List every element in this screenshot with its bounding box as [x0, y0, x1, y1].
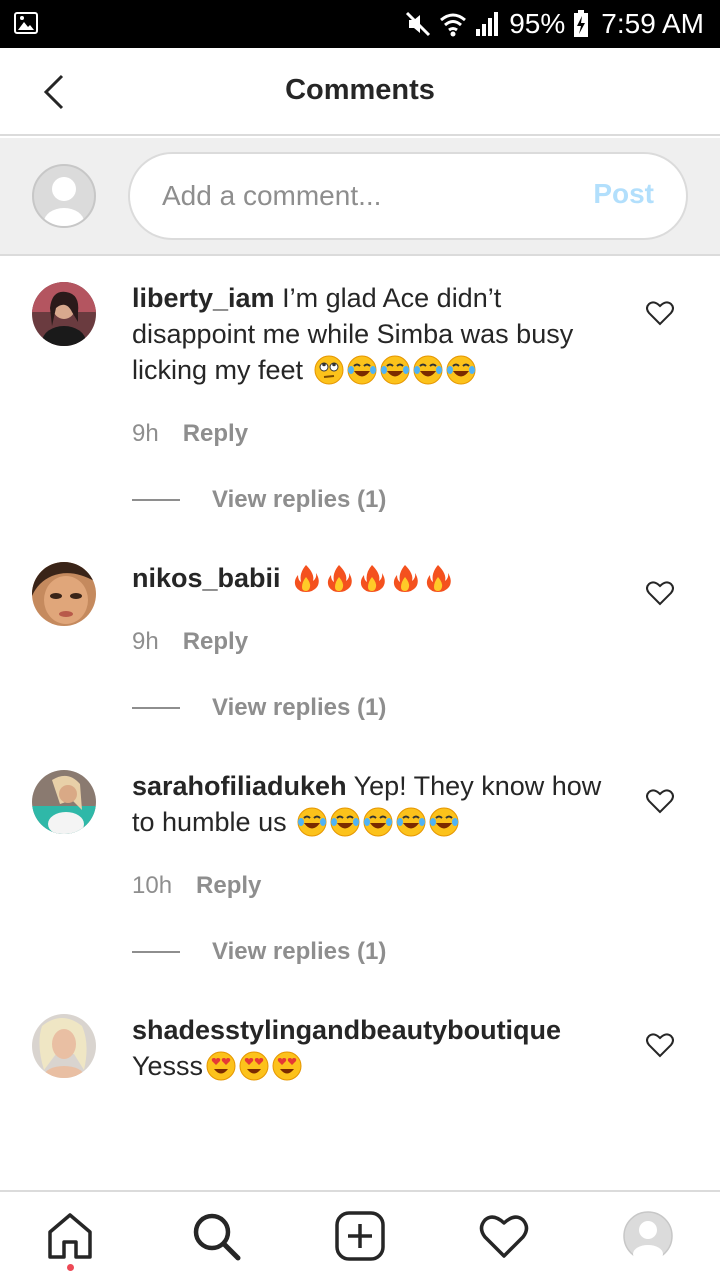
bottom-nav: [0, 1190, 720, 1280]
fire-emoji-icon: [327, 565, 352, 592]
reply-button[interactable]: Reply: [183, 628, 248, 656]
like-heart-icon[interactable]: [646, 300, 674, 326]
gallery-notification-icon: [14, 12, 38, 34]
comment-body: shadesstylingandbeautyboutique Yesss: [132, 1012, 612, 1084]
laughing-tears-emoji-icon: [413, 355, 443, 385]
wifi-icon: [440, 13, 467, 37]
commenter-avatar[interactable]: [32, 1014, 96, 1078]
comment-time: 9h: [132, 628, 159, 655]
comment-username[interactable]: sarahofiliadukeh: [132, 771, 347, 801]
comment-body: liberty_iam I’m glad Ace didn’t disappoi…: [132, 280, 612, 388]
view-replies[interactable]: View replies (1): [132, 486, 386, 514]
comment-time: 10h: [132, 872, 173, 899]
fire-emoji-icon: [426, 565, 451, 592]
reply-button[interactable]: Reply: [196, 872, 261, 900]
comment-body: nikos_babii: [132, 560, 612, 596]
current-user-avatar: [32, 164, 96, 228]
fire-emoji-icon: [393, 565, 418, 592]
eye-roll-emoji-icon: [314, 355, 344, 385]
laughing-tears-emoji-icon: [330, 807, 360, 837]
commenter-avatar[interactable]: [32, 770, 96, 834]
fire-emoji-icon: [360, 565, 385, 592]
comment-composer: Post: [0, 138, 720, 256]
clock: 7:59 AM: [601, 8, 704, 39]
comment-username[interactable]: nikos_babii: [132, 563, 281, 593]
profile-icon[interactable]: [622, 1210, 674, 1262]
add-post-icon[interactable]: [334, 1210, 386, 1262]
replies-divider: [132, 707, 180, 709]
laughing-tears-emoji-icon: [446, 355, 476, 385]
commenter-avatar[interactable]: [32, 282, 96, 346]
heart-eyes-emoji-icon: [206, 1051, 236, 1081]
battery-percent: 95%: [509, 8, 566, 39]
header: Comments: [0, 48, 720, 136]
home-notification-dot: [67, 1264, 74, 1271]
laughing-tears-emoji-icon: [363, 807, 393, 837]
search-icon[interactable]: [190, 1210, 242, 1262]
commenter-avatar[interactable]: [32, 562, 96, 626]
post-button[interactable]: Post: [593, 178, 654, 210]
mute-icon: [406, 11, 431, 37]
view-replies-label[interactable]: View replies (1): [212, 694, 386, 722]
comment-username[interactable]: liberty_iam: [132, 283, 275, 313]
battery-charging-icon: [574, 10, 589, 37]
comment-time: 9h: [132, 420, 159, 447]
fire-emoji-icon: [294, 565, 319, 592]
laughing-tears-emoji-icon: [347, 355, 377, 385]
laughing-tears-emoji-icon: [429, 807, 459, 837]
view-replies[interactable]: View replies (1): [132, 694, 386, 722]
comment-input[interactable]: [162, 154, 582, 238]
heart-eyes-emoji-icon: [272, 1051, 302, 1081]
like-heart-icon[interactable]: [646, 1032, 674, 1058]
reply-button[interactable]: Reply: [183, 420, 248, 448]
comment-meta: 9h Reply: [132, 628, 248, 656]
replies-divider: [132, 951, 180, 953]
comment-body: sarahofiliadukeh Yep! They know how to h…: [132, 768, 612, 840]
comment-username[interactable]: shadesstylingandbeautyboutique: [132, 1015, 561, 1045]
default-avatar-icon: [44, 177, 84, 226]
activity-heart-icon[interactable]: [478, 1210, 530, 1262]
like-heart-icon[interactable]: [646, 580, 674, 606]
comment-meta: 10h Reply: [132, 872, 261, 900]
comment-input-container: Post: [128, 152, 688, 240]
comment-text: Yesss: [132, 1051, 204, 1081]
like-heart-icon[interactable]: [646, 788, 674, 814]
laughing-tears-emoji-icon: [297, 807, 327, 837]
page-title: Comments: [285, 74, 435, 106]
comment-meta: 9h Reply: [132, 420, 248, 448]
status-bar: 95% 7:59 AM: [0, 0, 720, 48]
laughing-tears-emoji-icon: [380, 355, 410, 385]
home-icon[interactable]: [44, 1210, 96, 1262]
laughing-tears-emoji-icon: [396, 807, 426, 837]
heart-eyes-emoji-icon: [239, 1051, 269, 1081]
view-replies-label[interactable]: View replies (1): [212, 486, 386, 514]
replies-divider: [132, 499, 180, 501]
view-replies[interactable]: View replies (1): [132, 938, 386, 966]
view-replies-label[interactable]: View replies (1): [212, 938, 386, 966]
signal-icon: [476, 12, 499, 36]
